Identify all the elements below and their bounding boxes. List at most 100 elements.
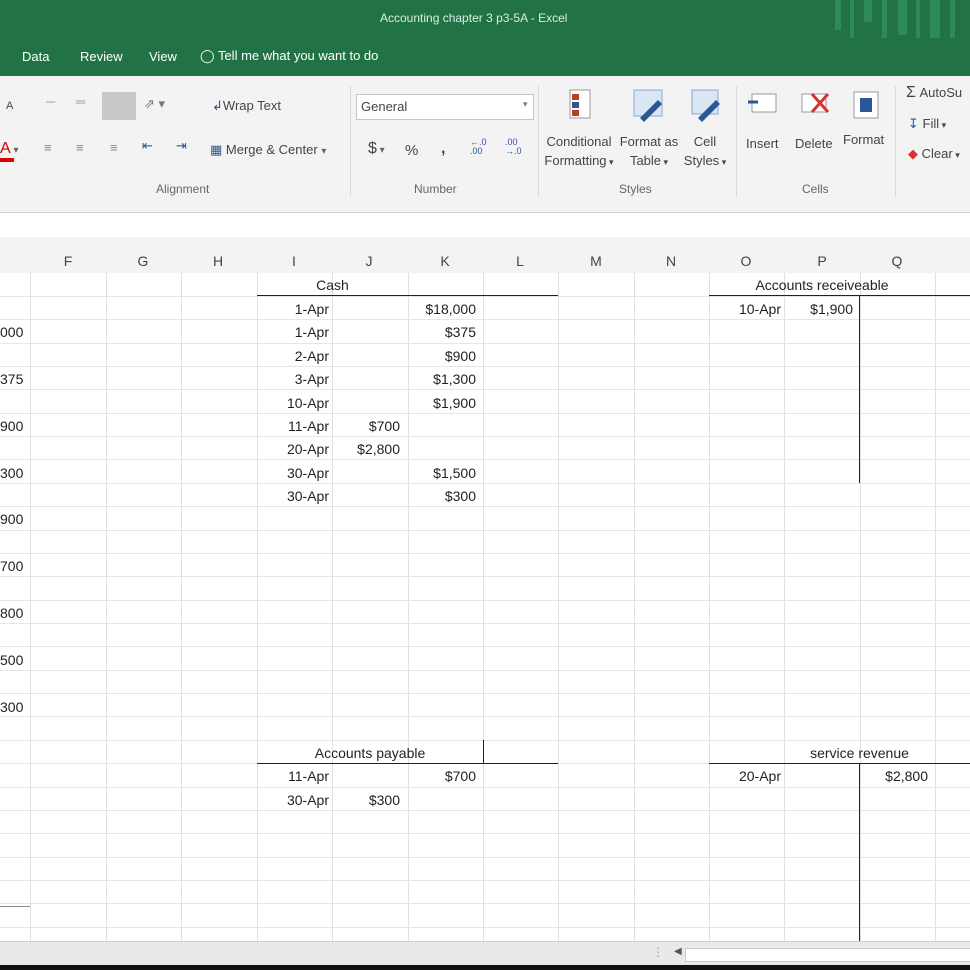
- cash-date-cell[interactable]: 20-Apr: [257, 441, 329, 457]
- accounts-payable-title[interactable]: Accounts payable: [257, 745, 483, 761]
- cash-date-cell[interactable]: 3-Apr: [257, 371, 329, 387]
- column-header-m[interactable]: M: [586, 253, 606, 269]
- fill-button[interactable]: ↧ Fill ▾: [908, 116, 946, 132]
- autosum-button[interactable]: Σ AutoSu: [906, 84, 962, 102]
- status-bar: ⋮ ◀: [0, 941, 970, 966]
- tell-me-text: Tell me what you want to do: [217, 48, 379, 63]
- column-headers: F G H I J K L M N O P Q: [0, 237, 970, 274]
- number-format-select[interactable]: General ▾: [356, 94, 534, 120]
- cash-date-cell[interactable]: 1-Apr: [257, 301, 329, 317]
- cash-account-title[interactable]: Cash: [257, 277, 408, 293]
- align-left-icon[interactable]: ≡: [44, 140, 52, 155]
- ar-amount-cell[interactable]: $1,900: [784, 301, 853, 317]
- cell-e-fragment[interactable]: 000: [0, 324, 23, 340]
- font-color-icon[interactable]: A ▾: [0, 140, 18, 158]
- column-header-g[interactable]: G: [133, 253, 153, 269]
- align-top-icon[interactable]: ─: [46, 94, 55, 109]
- column-header-h[interactable]: H: [208, 253, 228, 269]
- tell-me-box[interactable]: ◯ Tell me what you want to do: [200, 48, 378, 64]
- cash-date-cell[interactable]: 2-Apr: [257, 348, 329, 364]
- align-right-icon[interactable]: ≡: [110, 140, 118, 155]
- ap-date-cell[interactable]: 30-Apr: [257, 792, 329, 808]
- cash-date-cell[interactable]: 1-Apr: [257, 324, 329, 340]
- align-bottom-button[interactable]: [102, 92, 136, 120]
- orientation-icon[interactable]: ⇗ ▾: [144, 96, 165, 112]
- decrease-decimal-icon[interactable]: .00 →.0: [505, 138, 522, 156]
- increase-decimal-icon[interactable]: ←.0.00: [470, 138, 487, 156]
- column-header-q[interactable]: Q: [887, 253, 907, 269]
- align-center-icon[interactable]: ≡: [76, 140, 84, 155]
- cell-e-fragment[interactable]: 900: [0, 511, 23, 527]
- cash-debit-cell[interactable]: $2,800: [332, 441, 400, 457]
- column-header-f[interactable]: F: [58, 253, 78, 269]
- decrease-indent-icon[interactable]: ⇤: [142, 138, 153, 154]
- t-account-center-rule: [859, 764, 860, 941]
- column-header-k[interactable]: K: [435, 253, 455, 269]
- insert-cells-icon: [748, 93, 777, 113]
- cash-debit-cell[interactable]: $700: [332, 418, 400, 434]
- cash-credit-cell[interactable]: $1,500: [408, 465, 476, 481]
- ar-date-cell[interactable]: 10-Apr: [709, 301, 781, 317]
- percent-button[interactable]: %: [405, 142, 418, 159]
- tab-data[interactable]: Data: [22, 49, 49, 64]
- format-as-table-button[interactable]: Format as Table ▾: [618, 132, 680, 172]
- column-header-l[interactable]: L: [510, 253, 530, 269]
- worksheet-grid[interactable]: 000 375 900 300 900 700 800 500 300 Cash…: [0, 273, 970, 941]
- currency-button[interactable]: $ ▾: [368, 140, 385, 158]
- ap-debit-cell[interactable]: $300: [332, 792, 400, 808]
- group-label-alignment: Alignment: [156, 182, 210, 196]
- comma-button[interactable]: ,: [441, 140, 445, 158]
- cash-credit-cell[interactable]: $18,000: [408, 301, 476, 317]
- cash-date-cell[interactable]: 11-Apr: [257, 418, 329, 434]
- column-header-j[interactable]: J: [359, 253, 379, 269]
- cell-styles-button[interactable]: Cell Styles ▾: [680, 132, 730, 172]
- cash-date-cell[interactable]: 30-Apr: [257, 488, 329, 504]
- cell-e-fragment[interactable]: 375: [0, 371, 23, 387]
- increase-indent-icon[interactable]: ⇥: [176, 138, 187, 154]
- column-header-p[interactable]: P: [812, 253, 832, 269]
- sr-date-cell[interactable]: 20-Apr: [709, 768, 781, 784]
- cash-credit-cell[interactable]: $300: [408, 488, 476, 504]
- merge-center-button[interactable]: ▦ Merge & Center ▾: [210, 142, 326, 158]
- conditional-formatting-button[interactable]: Conditional Formatting ▾: [543, 132, 615, 172]
- ap-credit-cell[interactable]: $700: [408, 768, 476, 784]
- column-header-i[interactable]: I: [284, 253, 304, 269]
- cell-e-fragment[interactable]: 300: [0, 699, 23, 715]
- t-account-center-rule: [859, 296, 860, 483]
- cell-e-fragment[interactable]: 700: [0, 558, 23, 574]
- cell-e-fragment[interactable]: 300: [0, 465, 23, 481]
- wrap-text-button[interactable]: ↲Wrap Text: [212, 98, 281, 114]
- horizontal-scrollbar[interactable]: [685, 948, 970, 962]
- title-bar: Accounting chapter 3 p3-5A - Excel: [0, 0, 970, 45]
- sheet-splitter-icon[interactable]: ⋮: [652, 945, 664, 959]
- cell-e-fragment[interactable]: 800: [0, 605, 23, 621]
- cash-credit-cell[interactable]: $375: [408, 324, 476, 340]
- cash-date-cell[interactable]: 10-Apr: [257, 395, 329, 411]
- ribbon: A ─ ═ ⇗ ▾ ↲Wrap Text A ▾ ≡ ≡ ≡ ⇤ ⇥ ▦ Mer…: [0, 76, 970, 213]
- delete-button[interactable]: Delete: [795, 136, 833, 151]
- cash-credit-cell[interactable]: $1,300: [408, 371, 476, 387]
- service-revenue-title[interactable]: service revenue: [784, 745, 935, 761]
- cell-e-fragment[interactable]: 900: [0, 418, 23, 434]
- merge-center-icon: ▦: [210, 142, 223, 157]
- lightbulb-icon: ◯: [200, 48, 215, 63]
- scroll-left-icon[interactable]: ◀: [674, 946, 682, 957]
- accounts-receivable-title[interactable]: Accounts receiveable: [709, 277, 935, 293]
- ap-date-cell[interactable]: 11-Apr: [257, 768, 329, 784]
- format-cells-icon: [853, 91, 879, 119]
- insert-button[interactable]: Insert: [746, 136, 779, 151]
- font-size-decrease-icon[interactable]: A: [6, 100, 13, 112]
- clear-button[interactable]: ◆ Clear ▾: [908, 146, 960, 162]
- sr-amount-cell[interactable]: $2,800: [860, 768, 928, 784]
- t-account-top-rule: [257, 295, 558, 296]
- column-header-o[interactable]: O: [736, 253, 756, 269]
- cash-credit-cell[interactable]: $900: [408, 348, 476, 364]
- cash-credit-cell[interactable]: $1,900: [408, 395, 476, 411]
- format-button[interactable]: Format: [843, 132, 884, 147]
- cell-e-fragment[interactable]: 500: [0, 652, 23, 668]
- tab-review[interactable]: Review: [80, 49, 123, 64]
- column-header-n[interactable]: N: [661, 253, 681, 269]
- cash-date-cell[interactable]: 30-Apr: [257, 465, 329, 481]
- tab-view[interactable]: View: [149, 49, 177, 64]
- align-middle-icon[interactable]: ═: [76, 94, 85, 109]
